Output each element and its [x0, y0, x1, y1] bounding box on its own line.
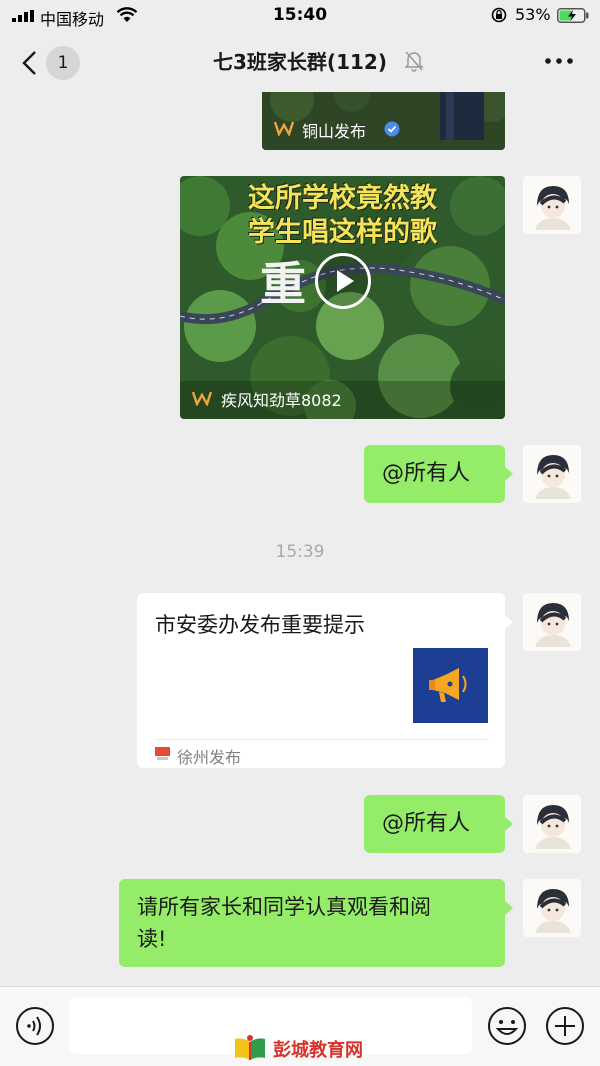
video-caption-line1: 这所学校竟然教	[248, 183, 437, 214]
back-button[interactable]: 1	[20, 46, 86, 80]
avatar-image	[523, 879, 581, 937]
avatar[interactable]	[523, 445, 581, 503]
publisher-logo-icon	[155, 747, 170, 760]
battery-percentage: 53%	[515, 5, 551, 24]
avatar-image	[523, 593, 581, 651]
watermark-text: 彭城教育网	[273, 1040, 363, 1061]
bubble-tail	[505, 198, 513, 212]
message-bubble[interactable]: @所有人	[364, 445, 505, 503]
status-bar: 中国移动 15:40 53%	[0, 0, 600, 32]
back-chevron-icon	[22, 51, 36, 75]
message-bubble[interactable]: @所有人	[364, 795, 505, 853]
message-text-line2: 读!	[137, 927, 167, 951]
unread-count-badge: 1	[46, 46, 80, 80]
book-logo-icon	[235, 1035, 265, 1060]
avatar[interactable]	[523, 879, 581, 937]
bubble-tail	[505, 615, 513, 629]
watermark: 彭城教育网	[233, 1034, 373, 1064]
message-timestamp: 15:39	[275, 542, 325, 562]
emoji-icon[interactable]	[487, 1006, 527, 1046]
bubble-tail	[505, 817, 513, 831]
voice-icon[interactable]	[15, 1006, 55, 1046]
message-text: @所有人	[382, 461, 471, 486]
verified-badge-icon	[384, 121, 400, 137]
video-caption: 这所学校竟然教 学生唱这样的歌	[180, 182, 505, 250]
status-time: 15:40	[272, 5, 328, 25]
message-text-line1: 请所有家长和同学认真观看和阅	[137, 895, 431, 919]
message-bubble[interactable]: 请所有家长和同学认真观看和阅 读!	[119, 879, 505, 967]
divider	[155, 739, 489, 740]
card-source: 铜山发布	[302, 122, 367, 141]
video-caption-line2: 学生唱这样的歌	[248, 217, 437, 248]
link-card[interactable]: 市安委办发布重要提示 徐州发布	[137, 593, 505, 768]
channels-video-card-partial[interactable]: 铜山发布	[262, 92, 505, 150]
avatar[interactable]	[523, 176, 581, 234]
avatar-image	[523, 795, 581, 853]
chat-header: 1 七3班家长群(112)	[0, 32, 600, 92]
megaphone-icon	[429, 668, 467, 702]
mute-bell-icon	[404, 51, 424, 72]
video-overlay-text: 重	[260, 257, 306, 311]
link-card-title: 市安委办发布重要提示	[155, 613, 365, 637]
message-text: @所有人	[382, 811, 471, 836]
bubble-tail	[505, 901, 513, 915]
link-card-thumbnail	[413, 648, 488, 723]
battery-icon	[557, 8, 589, 23]
play-icon[interactable]	[314, 252, 372, 310]
card-source: 疾风知劲草8082	[221, 391, 342, 410]
channels-logo-icon	[192, 391, 212, 406]
avatar-image	[523, 445, 581, 503]
avatar[interactable]	[523, 593, 581, 651]
bubble-tail	[505, 467, 513, 481]
channels-logo-icon	[274, 121, 294, 136]
avatar-image	[523, 176, 581, 234]
plus-icon[interactable]	[545, 1006, 585, 1046]
channels-video-card[interactable]: 这所学校竟然教 学生唱这样的歌 重 疾风知劲草8082	[180, 176, 505, 419]
rotation-lock-icon	[491, 7, 507, 23]
more-dots-icon[interactable]	[544, 56, 574, 66]
avatar[interactable]	[523, 795, 581, 853]
link-card-source: 徐州发布	[177, 748, 242, 767]
